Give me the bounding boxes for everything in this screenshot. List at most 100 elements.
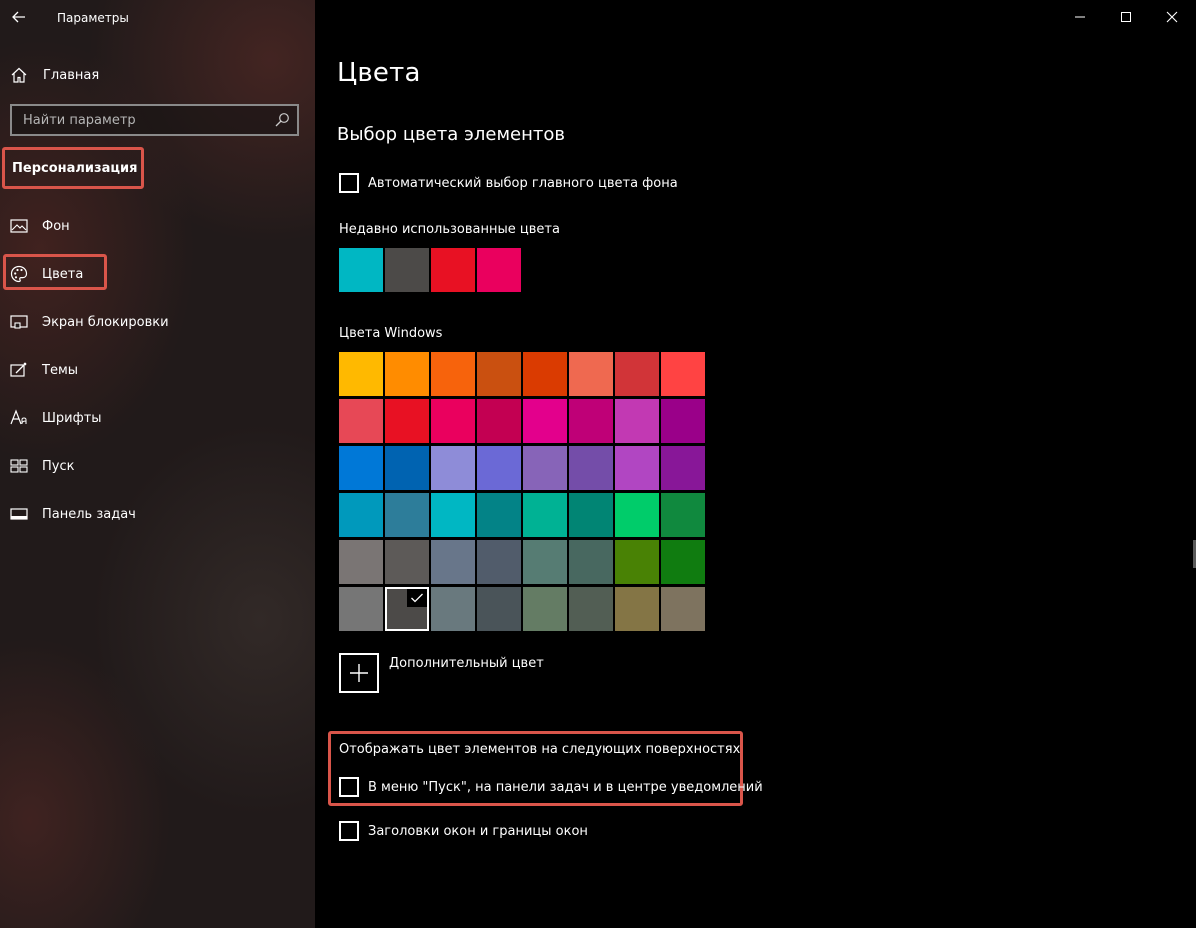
windows-color-swatch[interactable] <box>431 399 475 443</box>
surface-start-label: В меню "Пуск", на панели задач и в центр… <box>368 779 763 795</box>
windows-color-swatch[interactable] <box>569 493 613 537</box>
auto-color-checkbox[interactable] <box>339 173 359 193</box>
windows-color-swatch[interactable] <box>431 587 475 631</box>
minimize-button[interactable] <box>1067 4 1093 30</box>
sidebar-item-label: Цвета <box>42 266 84 282</box>
home-icon <box>11 67 27 83</box>
recent-color-swatch[interactable] <box>477 248 521 292</box>
windows-color-swatch[interactable] <box>385 446 429 490</box>
surface-start-row[interactable]: В меню "Пуск", на панели задач и в центр… <box>339 777 763 797</box>
windows-color-swatch[interactable] <box>661 352 705 396</box>
windows-color-swatch[interactable] <box>339 540 383 584</box>
windows-color-swatch[interactable] <box>477 399 521 443</box>
windows-color-swatch[interactable] <box>615 587 659 631</box>
maximize-button[interactable] <box>1113 4 1139 30</box>
sidebar-item-taskbar[interactable]: Панель задач <box>10 502 300 526</box>
windows-color-swatch[interactable] <box>523 352 567 396</box>
windows-color-swatch[interactable] <box>615 446 659 490</box>
back-arrow-icon <box>12 11 25 23</box>
sidebar-item-background[interactable]: Фон <box>10 214 300 238</box>
windows-color-swatch[interactable] <box>569 399 613 443</box>
sidebar-item-label: Пуск <box>42 458 75 474</box>
sidebar-item-fonts[interactable]: Шрифты <box>10 406 300 430</box>
taskbar-icon <box>10 505 28 523</box>
lock-screen-icon <box>10 313 28 331</box>
windows-color-swatch[interactable] <box>523 446 567 490</box>
windows-color-swatch[interactable] <box>615 493 659 537</box>
search-icon[interactable] <box>274 112 290 128</box>
sidebar: Параметры Главная Персонализация Фон Цве… <box>0 0 315 928</box>
windows-color-swatch[interactable] <box>477 493 521 537</box>
sidebar-item-label: Панель задач <box>42 506 136 522</box>
windows-color-swatch[interactable] <box>661 540 705 584</box>
close-icon <box>1166 11 1178 23</box>
sidebar-item-lock-screen[interactable]: Экран блокировки <box>10 310 300 334</box>
windows-color-swatch[interactable] <box>523 399 567 443</box>
windows-color-swatch[interactable] <box>431 352 475 396</box>
custom-color-label[interactable]: Дополнительный цвет <box>389 656 544 671</box>
sidebar-item-label: Фон <box>42 218 70 234</box>
windows-color-swatch[interactable] <box>431 446 475 490</box>
custom-color-button[interactable] <box>339 653 379 693</box>
windows-color-swatch[interactable] <box>477 446 521 490</box>
auto-color-label: Автоматический выбор главного цвета фона <box>368 175 678 191</box>
surface-titlebar-label: Заголовки окон и границы окон <box>368 823 588 839</box>
recent-color-swatch[interactable] <box>385 248 429 292</box>
close-button[interactable] <box>1159 4 1185 30</box>
sidebar-item-colors[interactable]: Цвета <box>10 262 300 286</box>
sidebar-item-label: Шрифты <box>42 410 102 426</box>
windows-color-swatch[interactable] <box>661 493 705 537</box>
recent-color-swatch[interactable] <box>431 248 475 292</box>
windows-colors-label: Цвета Windows <box>339 326 443 341</box>
maximize-icon <box>1121 12 1131 22</box>
windows-color-swatch[interactable] <box>569 540 613 584</box>
nav-home[interactable]: Главная <box>10 64 300 86</box>
surface-titlebar-checkbox[interactable] <box>339 821 359 841</box>
windows-color-swatch[interactable] <box>339 399 383 443</box>
windows-color-swatch[interactable] <box>523 587 567 631</box>
surface-start-checkbox[interactable] <box>339 777 359 797</box>
palette-icon <box>10 265 28 283</box>
search-input[interactable] <box>12 106 297 134</box>
windows-color-swatch[interactable] <box>569 587 613 631</box>
windows-color-swatch[interactable] <box>477 540 521 584</box>
surfaces-label: Отображать цвет элементов на следующих п… <box>339 742 741 757</box>
windows-color-swatch[interactable] <box>431 493 475 537</box>
auto-color-row[interactable]: Автоматический выбор главного цвета фона <box>339 173 678 193</box>
surface-titlebar-row[interactable]: Заголовки окон и границы окон <box>339 821 588 841</box>
page-title: Цвета <box>337 58 421 88</box>
font-icon <box>10 409 28 427</box>
sidebar-item-label: Темы <box>42 362 79 378</box>
sidebar-item-start[interactable]: Пуск <box>10 454 300 478</box>
windows-color-swatch[interactable] <box>523 493 567 537</box>
recent-color-swatch[interactable] <box>339 248 383 292</box>
windows-color-swatch[interactable] <box>615 352 659 396</box>
windows-color-swatch[interactable] <box>477 587 521 631</box>
windows-color-swatch[interactable] <box>339 352 383 396</box>
windows-color-swatch[interactable] <box>385 352 429 396</box>
windows-color-swatch[interactable] <box>339 493 383 537</box>
windows-color-swatch[interactable] <box>339 446 383 490</box>
windows-color-swatch[interactable] <box>477 352 521 396</box>
windows-color-swatch[interactable] <box>661 446 705 490</box>
windows-color-swatch[interactable] <box>615 399 659 443</box>
search-box[interactable] <box>10 104 299 136</box>
windows-color-swatch[interactable] <box>385 493 429 537</box>
windows-color-swatch[interactable] <box>431 540 475 584</box>
windows-color-swatch[interactable] <box>385 399 429 443</box>
windows-color-swatch[interactable] <box>523 540 567 584</box>
windows-color-swatch[interactable] <box>661 587 705 631</box>
sidebar-item-themes[interactable]: Темы <box>10 358 300 382</box>
title-bar: Параметры <box>0 0 315 36</box>
windows-color-swatch[interactable] <box>569 352 613 396</box>
section-title: Выбор цвета элементов <box>337 124 565 145</box>
windows-color-swatch[interactable] <box>385 587 429 631</box>
windows-color-swatch[interactable] <box>661 399 705 443</box>
windows-color-swatch[interactable] <box>339 587 383 631</box>
minimize-icon <box>1075 16 1085 18</box>
back-button[interactable] <box>9 7 29 27</box>
checkmark-icon <box>407 589 427 607</box>
windows-color-swatch[interactable] <box>615 540 659 584</box>
windows-color-swatch[interactable] <box>569 446 613 490</box>
windows-color-swatch[interactable] <box>385 540 429 584</box>
